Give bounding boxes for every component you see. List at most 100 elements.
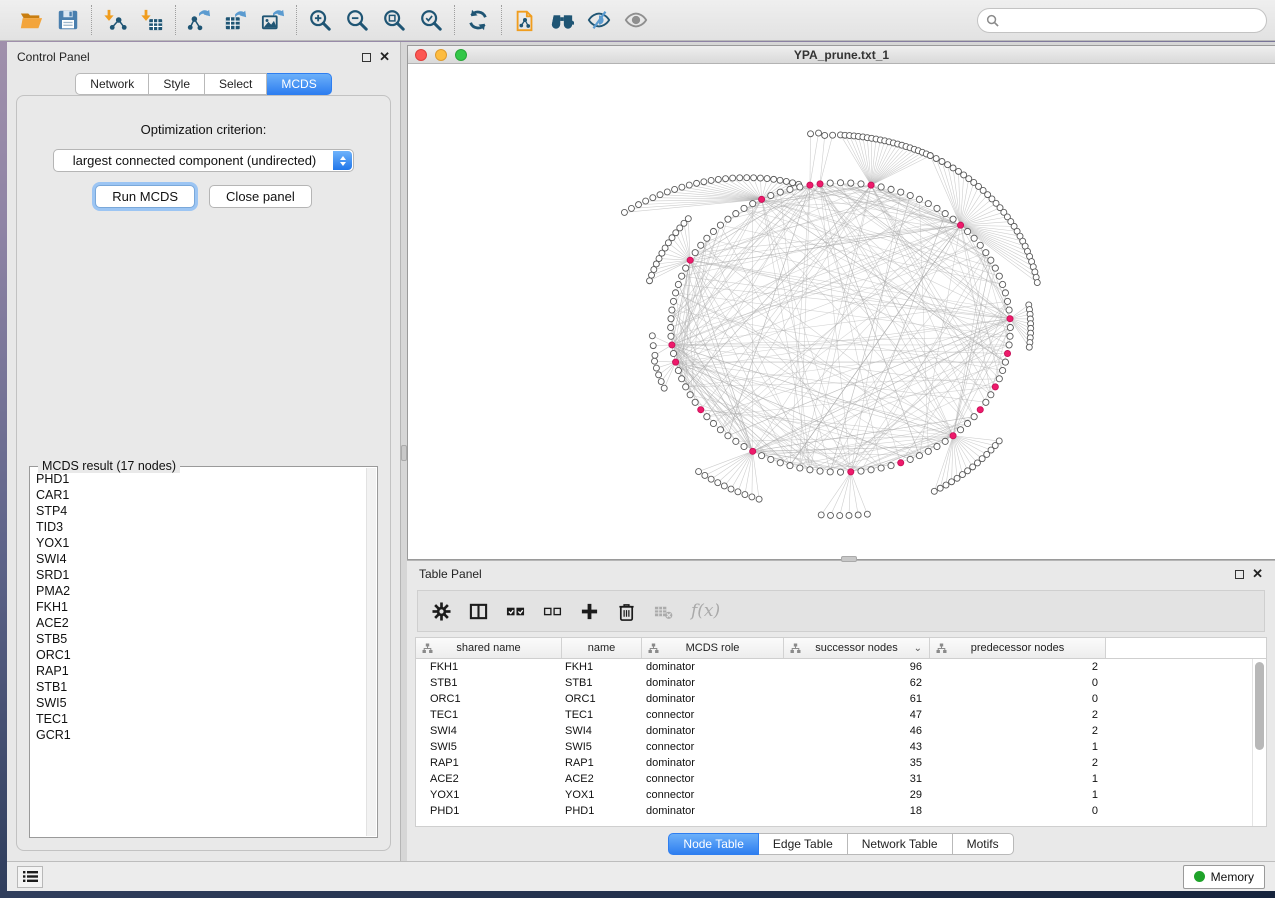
open-session-button[interactable]	[17, 6, 45, 34]
mcds-result-item[interactable]: PHD1	[32, 471, 365, 487]
satellite-node[interactable]	[656, 372, 662, 378]
network-node[interactable]	[878, 465, 884, 471]
network-node[interactable]	[669, 307, 675, 313]
table-scrollbar[interactable]	[1252, 659, 1266, 826]
network-node[interactable]	[988, 257, 994, 263]
mcds-result-item[interactable]: TID3	[32, 519, 365, 535]
network-node[interactable]	[1000, 367, 1006, 373]
satellite-node[interactable]	[715, 480, 721, 486]
zoom-out-button[interactable]	[343, 6, 371, 34]
network-node[interactable]	[837, 180, 843, 186]
close-table-panel-icon[interactable]: ✕	[1252, 569, 1263, 579]
network-node[interactable]	[777, 460, 783, 466]
network-node[interactable]	[668, 333, 674, 339]
table-row[interactable]: PHD1PHD1dominator180	[416, 803, 1252, 819]
mcds-node[interactable]	[669, 342, 675, 348]
network-node[interactable]	[1000, 281, 1006, 287]
satellite-node[interactable]	[653, 365, 659, 371]
network-node[interactable]	[668, 316, 674, 322]
network-node[interactable]	[672, 290, 678, 296]
network-node[interactable]	[733, 211, 739, 217]
network-node[interactable]	[717, 427, 723, 433]
search-binoculars-button[interactable]	[548, 6, 576, 34]
add-column-button[interactable]	[580, 602, 599, 621]
mcds-result-item[interactable]: STB5	[32, 631, 365, 647]
refresh-layout-button[interactable]	[464, 6, 492, 34]
mcds-result-item[interactable]: CAR1	[32, 487, 365, 503]
network-node[interactable]	[675, 367, 681, 373]
satellite-node[interactable]	[702, 472, 708, 478]
network-node[interactable]	[787, 186, 793, 192]
network-node[interactable]	[683, 384, 689, 390]
close-panel-button[interactable]: Close panel	[209, 185, 312, 208]
table-row[interactable]: STB1STB1dominator620	[416, 675, 1252, 691]
network-window-titlebar[interactable]: YPA_prune.txt_1	[408, 46, 1275, 64]
column-header-mcds-role[interactable]: MCDS role	[642, 638, 784, 658]
float-table-panel-icon[interactable]	[1235, 570, 1244, 579]
float-panel-icon[interactable]	[362, 53, 371, 62]
column-header-name[interactable]: name	[562, 638, 642, 658]
network-node[interactable]	[996, 376, 1002, 382]
export-network-button[interactable]	[185, 6, 213, 34]
network-node[interactable]	[827, 180, 833, 186]
satellite-node[interactable]	[846, 512, 852, 518]
mcds-node[interactable]	[807, 182, 813, 188]
satellite-node[interactable]	[730, 175, 736, 181]
satellite-node[interactable]	[672, 186, 678, 192]
import-network-button[interactable]	[101, 6, 129, 34]
close-panel-icon[interactable]: ✕	[379, 52, 390, 62]
satellite-node[interactable]	[649, 272, 655, 278]
satellite-node[interactable]	[937, 485, 943, 491]
network-node[interactable]	[983, 250, 989, 256]
network-node[interactable]	[768, 456, 774, 462]
show-details-button[interactable]	[622, 6, 650, 34]
network-canvas[interactable]	[408, 64, 1275, 559]
satellite-node[interactable]	[651, 267, 657, 273]
mcds-result-item[interactable]: PMA2	[32, 583, 365, 599]
satellite-node[interactable]	[757, 175, 763, 181]
satellite-node[interactable]	[696, 469, 702, 475]
table-row[interactable]: TEC1TEC1connector472	[416, 707, 1252, 723]
column-header-shared-name[interactable]: shared name	[416, 638, 562, 658]
network-node[interactable]	[848, 180, 854, 186]
tab-network-table[interactable]: Network Table	[848, 833, 953, 855]
network-node[interactable]	[934, 205, 940, 211]
satellite-node[interactable]	[790, 180, 796, 186]
network-node[interactable]	[683, 265, 689, 271]
satellite-node[interactable]	[721, 483, 727, 489]
satellite-node[interactable]	[728, 486, 734, 492]
horizontal-splitter-grip[interactable]	[841, 556, 857, 562]
mcds-result-item[interactable]: STP4	[32, 503, 365, 519]
satellite-node[interactable]	[723, 176, 729, 182]
satellite-node[interactable]	[649, 333, 655, 339]
satellite-node[interactable]	[949, 479, 955, 485]
satellite-node[interactable]	[822, 132, 828, 138]
criterion-select[interactable]: largest connected component (undirected)	[53, 149, 354, 172]
network-node[interactable]	[957, 427, 963, 433]
network-node[interactable]	[942, 211, 948, 217]
network-node[interactable]	[888, 186, 894, 192]
satellite-node[interactable]	[943, 482, 949, 488]
satellite-node[interactable]	[735, 489, 741, 495]
network-node[interactable]	[858, 468, 864, 474]
network-node[interactable]	[758, 453, 764, 459]
network-node[interactable]	[679, 273, 685, 279]
mcds-node[interactable]	[868, 182, 874, 188]
mcds-node[interactable]	[898, 460, 904, 466]
tab-network[interactable]: Network	[75, 73, 149, 95]
satellite-node[interactable]	[945, 162, 951, 168]
network-node[interactable]	[710, 420, 716, 426]
network-node[interactable]	[741, 205, 747, 211]
network-node[interactable]	[1004, 298, 1010, 304]
satellite-node[interactable]	[658, 379, 664, 385]
satellite-node[interactable]	[751, 175, 757, 181]
network-node[interactable]	[797, 465, 803, 471]
network-node[interactable]	[670, 298, 676, 304]
mcds-result-item[interactable]: RAP1	[32, 663, 365, 679]
table-row[interactable]: ORC1ORC1dominator610	[416, 691, 1252, 707]
table-scrollbar-thumb[interactable]	[1255, 662, 1264, 750]
satellite-node[interactable]	[816, 130, 822, 136]
network-node[interactable]	[698, 242, 704, 248]
tab-edge-table[interactable]: Edge Table	[759, 833, 848, 855]
column-header-successor-nodes[interactable]: successor nodes ⌄	[784, 638, 930, 658]
